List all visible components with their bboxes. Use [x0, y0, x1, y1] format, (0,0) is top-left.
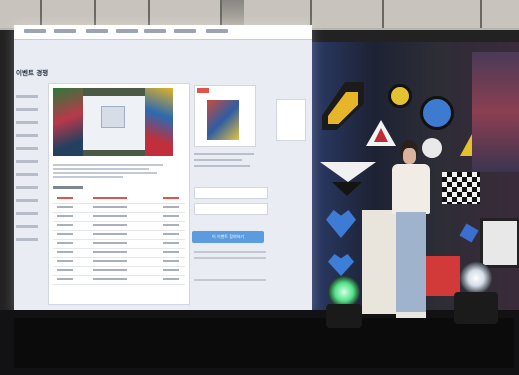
quantity-field: [194, 187, 268, 199]
sidebar-row: [16, 212, 38, 215]
page-title: 이벤트 경쟁: [16, 69, 49, 77]
circle-shape: [388, 84, 412, 108]
join-event-button[interactable]: 이 이벤트 참여하기: [192, 231, 264, 243]
stage-light: [460, 262, 492, 294]
poster-preview: [194, 85, 256, 147]
screen-left-sidebar: [14, 85, 44, 300]
sidebar-row: [16, 95, 38, 98]
table-row: [53, 204, 185, 213]
stage-light-base: [454, 292, 498, 324]
sidebar-row: [16, 238, 38, 241]
sidebar-row: [16, 173, 38, 176]
nav-item: [24, 29, 46, 33]
table-row: [53, 231, 185, 240]
sidebar-row: [16, 134, 38, 137]
poster-image: [207, 100, 239, 140]
price-line: [194, 257, 266, 259]
poster-tag: [197, 88, 209, 93]
nav-item: [116, 29, 138, 33]
side-card: [276, 99, 306, 141]
caption-placeholder: [53, 162, 173, 180]
mural-frame: [480, 218, 519, 268]
mural-flowers: [472, 52, 519, 172]
info-line: [194, 165, 250, 167]
table-heading: [53, 186, 83, 189]
price-line: [194, 251, 266, 253]
artwork-card: [101, 106, 125, 128]
ceiling-panel: [384, 0, 482, 28]
stage-light-base: [326, 304, 362, 328]
table-row: [53, 222, 185, 231]
table-row: [53, 249, 185, 258]
ceiling-panel: [150, 0, 222, 28]
sidebar-row: [16, 121, 38, 124]
ceiling-panel: [312, 0, 384, 28]
stage-front: [14, 318, 514, 368]
speaker: [388, 140, 436, 320]
artwork-preview: [53, 88, 173, 156]
nav-item: [86, 29, 108, 33]
table-row: [53, 276, 185, 285]
table-row: [53, 240, 185, 249]
ceiling-panel: [244, 0, 312, 28]
nav-item: [144, 29, 166, 33]
sidebar-row: [16, 160, 38, 163]
artwork-center: [83, 96, 145, 150]
artwork-left: [53, 88, 83, 156]
entries-table: [53, 186, 185, 285]
screen-top-nav: [14, 25, 312, 40]
info-line: [194, 153, 254, 155]
sidebar-row: [16, 147, 38, 150]
info-line: [194, 159, 242, 161]
screen-far-right: [276, 83, 306, 283]
sidebar-row: [16, 186, 38, 189]
nav-item: [174, 29, 196, 33]
checker-shape: [442, 172, 480, 204]
screen-right-panel: 이 이벤트 참여하기: [192, 83, 268, 303]
ceiling-panel: [0, 0, 42, 28]
ceiling-panel: [42, 0, 96, 28]
nav-item: [54, 29, 76, 33]
screen-main-panel: [48, 83, 190, 305]
table-row: [53, 195, 185, 204]
nav-item: [206, 29, 228, 33]
artwork-right: [145, 88, 173, 156]
total-line: [194, 279, 266, 281]
table-row: [53, 258, 185, 267]
projection-screen: 이벤트 경쟁 이 이벤트 참여하기: [14, 25, 312, 313]
sidebar-row: [16, 225, 38, 228]
sidebar-row: [16, 108, 38, 111]
stage-scene: 이벤트 경쟁 이 이벤트 참여하기: [0, 0, 519, 375]
table-row: [53, 267, 185, 276]
ceiling-panel: [482, 0, 519, 28]
option-field: [194, 203, 268, 215]
ceiling-panel: [96, 0, 150, 28]
table-row: [53, 213, 185, 222]
sidebar-row: [16, 199, 38, 202]
circle-shape: [420, 96, 454, 130]
